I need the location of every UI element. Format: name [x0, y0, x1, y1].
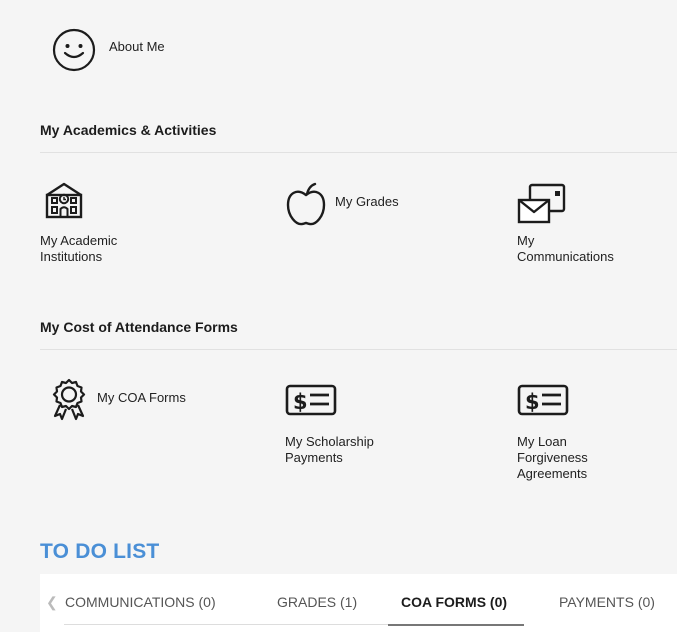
dollar-card-icon: $: [285, 384, 425, 416]
award-ribbon-icon: [51, 378, 87, 422]
tab-payments[interactable]: PAYMENTS (0): [559, 594, 655, 610]
loan-forgiveness-label: My Loan Forgiveness Agreements: [517, 434, 588, 481]
about-me-tile[interactable]: About Me: [52, 28, 165, 72]
tile-coa-forms[interactable]: My COA Forms: [51, 378, 186, 422]
coa-divider: [40, 349, 677, 350]
coa-section-title: My Cost of Attendance Forms: [40, 319, 238, 335]
academics-divider: [40, 152, 677, 153]
academic-institutions-label: My Academic Institutions: [40, 233, 118, 264]
my-communications-label: My Communications: [517, 233, 614, 264]
apple-icon: [285, 182, 327, 226]
svg-text:$: $: [525, 390, 540, 414]
chevron-left-icon[interactable]: ❮: [46, 594, 58, 611]
tab-communications[interactable]: COMMUNICATIONS (0): [65, 594, 216, 610]
todo-tabs: ❮ COMMUNICATIONS (0) GRADES (1) COA FORM…: [40, 574, 677, 632]
tile-my-communications[interactable]: My Communications: [517, 181, 647, 265]
dollar-card-icon: $: [517, 384, 627, 416]
tile-scholarship-payments[interactable]: $ My Scholarship Payments: [285, 384, 425, 466]
coa-forms-label: My COA Forms: [97, 390, 186, 405]
svg-text:$: $: [293, 390, 308, 414]
academics-section-title: My Academics & Activities: [40, 122, 217, 138]
tab-coa-forms[interactable]: COA FORMS (0): [401, 594, 507, 610]
tab-track: [64, 624, 388, 625]
envelope-mail-icon: [517, 181, 647, 225]
about-me-label: About Me: [109, 39, 165, 54]
dashboard-panel: About Me My Academics & Activities My Ac…: [0, 0, 677, 632]
tile-my-grades[interactable]: My Grades: [285, 182, 399, 226]
tile-loan-forgiveness[interactable]: $ My Loan Forgiveness Agreements: [517, 384, 627, 482]
my-grades-label: My Grades: [335, 194, 399, 209]
todo-list-title: TO DO LIST: [40, 540, 160, 563]
tile-academic-institutions[interactable]: My Academic Institutions: [40, 181, 200, 265]
scholarship-payments-label: My Scholarship Payments: [285, 434, 374, 465]
school-building-icon: [43, 181, 200, 219]
smiley-face-icon: [52, 28, 96, 72]
tab-grades[interactable]: GRADES (1): [277, 594, 357, 610]
active-tab-indicator: [388, 624, 524, 626]
